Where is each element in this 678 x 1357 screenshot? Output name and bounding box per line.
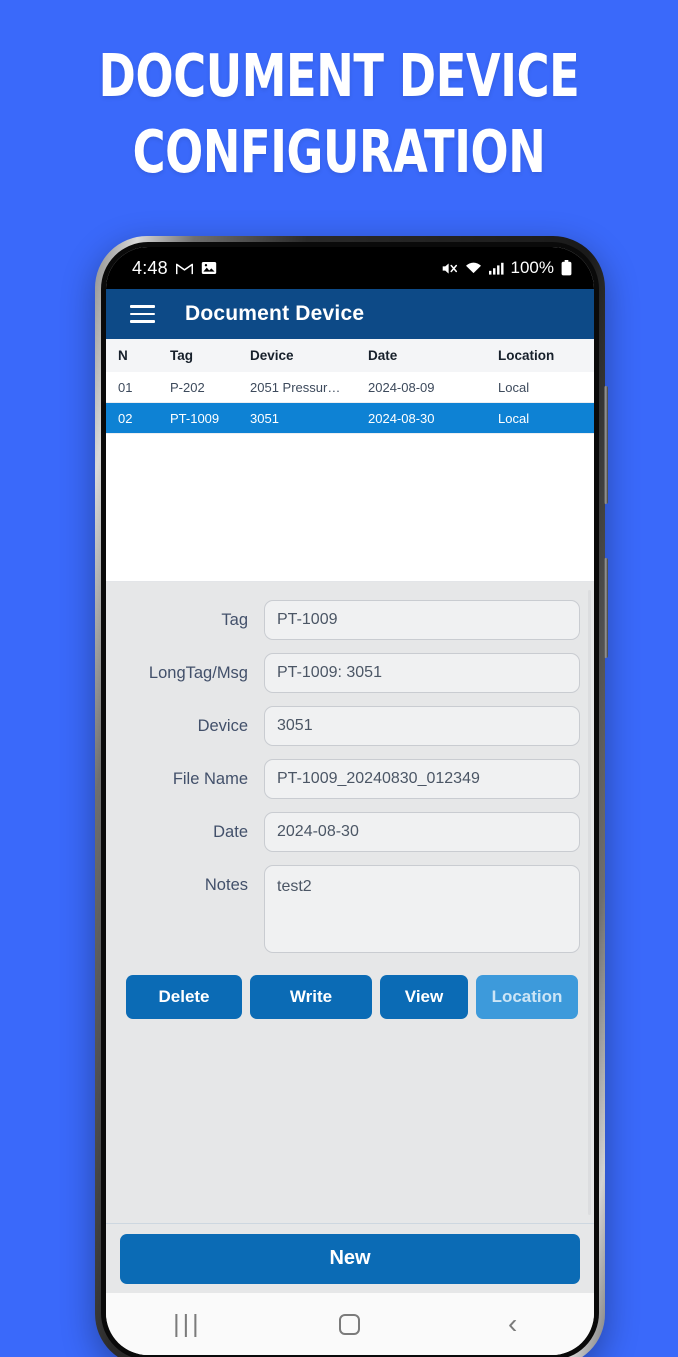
field-row-notes: Notes test2	[116, 865, 580, 953]
table-row-selected[interactable]: 02 PT-1009 3051 2024-08-30 Local	[106, 403, 594, 434]
photos-icon	[201, 261, 217, 275]
hamburger-menu-icon[interactable]	[130, 305, 155, 323]
input-notes[interactable]: test2	[264, 865, 580, 953]
label-file-name: File Name	[172, 770, 248, 788]
cell-date: 2024-08-30	[368, 410, 435, 426]
new-button[interactable]: New	[120, 1233, 580, 1284]
field-row-date: Date 2024-08-30	[116, 812, 580, 852]
cell-tag: P-202	[170, 379, 205, 395]
recents-icon[interactable]: |||	[152, 1304, 222, 1344]
view-button[interactable]: View	[380, 975, 468, 1019]
cell-n: 02	[118, 410, 133, 426]
form-scrollbar[interactable]	[588, 590, 591, 1215]
table-empty-area	[106, 434, 594, 582]
status-bar: 4:48 100%	[106, 247, 594, 289]
label-date: Date	[213, 823, 248, 841]
action-button-row: Delete Write View Location	[126, 975, 578, 1019]
phone-volume-button[interactable]	[604, 386, 608, 504]
app-bar: Document Device	[106, 289, 594, 339]
cellular-signal-icon	[488, 262, 504, 275]
phone-screen: 4:48 100% Document Device N Tag Device D…	[106, 247, 594, 1355]
column-header-tag: Tag	[170, 348, 193, 363]
field-row-file-name: File Name PT-1009_20240830_012349	[116, 759, 580, 799]
field-row-longtag: LongTag/Msg PT-1009: 3051	[116, 653, 580, 693]
gmail-icon	[175, 262, 193, 275]
status-bar-left: 4:48	[132, 258, 217, 279]
label-longtag-msg: LongTag/Msg	[148, 664, 248, 682]
back-icon[interactable]: ‹	[478, 1304, 548, 1344]
new-button-bar: New	[106, 1223, 594, 1293]
table-row[interactable]: 01 P-202 2051 Pressur… 2024-08-09 Local	[106, 372, 594, 403]
detail-form: Tag PT-1009 LongTag/Msg PT-1009: 3051 De…	[106, 582, 594, 1223]
wifi-icon	[465, 261, 482, 275]
battery-percent-label: 100%	[510, 258, 554, 277]
cell-location: Local	[498, 410, 530, 426]
table-header-row: N Tag Device Date Location	[106, 339, 594, 372]
column-header-device: Device	[250, 348, 294, 363]
cell-tag: PT-1009	[170, 410, 220, 426]
phone-bezel: 4:48 100% Document Device N Tag Device D…	[101, 242, 599, 1357]
android-nav-bar: ||| ‹	[106, 1293, 594, 1355]
mute-icon	[441, 261, 458, 276]
cell-device: 3051	[250, 410, 279, 426]
phone-frame: 4:48 100% Document Device N Tag Device D…	[95, 236, 608, 1357]
cell-date: 2024-08-09	[368, 379, 435, 395]
input-longtag-msg[interactable]: PT-1009: 3051	[264, 653, 580, 693]
label-device: Device	[197, 717, 248, 735]
input-date[interactable]: 2024-08-30	[264, 812, 580, 852]
delete-button[interactable]: Delete	[126, 975, 242, 1019]
input-tag[interactable]: PT-1009	[264, 600, 580, 640]
status-bar-clock: 4:48	[132, 257, 168, 278]
phone-power-button[interactable]	[604, 558, 608, 658]
status-bar-right: 100%	[441, 258, 572, 278]
column-header-location: Location	[498, 348, 555, 363]
label-notes: Notes	[204, 876, 248, 894]
location-button[interactable]: Location	[476, 975, 578, 1019]
field-row-device: Device 3051	[116, 706, 580, 746]
home-icon[interactable]	[315, 1304, 385, 1344]
input-file-name[interactable]: PT-1009_20240830_012349	[264, 759, 580, 799]
page-title: DOCUMENT DEVICE CONFIGURATION	[98, 41, 580, 186]
field-row-tag: Tag PT-1009	[116, 600, 580, 640]
device-table: N Tag Device Date Location 01 P-202 2051…	[106, 339, 594, 582]
cell-location: Local	[498, 379, 530, 395]
app-bar-title: Document Device	[185, 302, 365, 325]
battery-icon	[561, 260, 572, 276]
column-header-n: N	[118, 348, 128, 363]
cell-device: 2051 Pressur…	[250, 379, 341, 395]
write-button[interactable]: Write	[250, 975, 372, 1019]
cell-n: 01	[118, 379, 133, 395]
column-header-date: Date	[368, 348, 398, 363]
label-tag: Tag	[221, 611, 248, 629]
input-device[interactable]: 3051	[264, 706, 580, 746]
